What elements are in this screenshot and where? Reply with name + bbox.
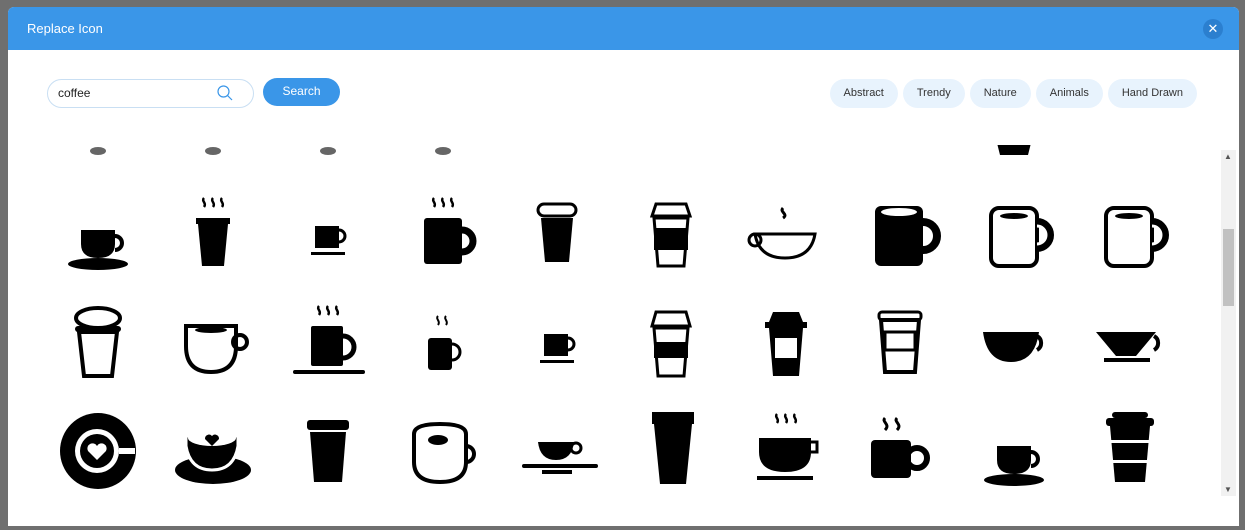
icon-tile[interactable] <box>398 406 488 496</box>
icon-tile[interactable] <box>626 298 716 388</box>
icon-tile[interactable] <box>283 406 373 496</box>
icon-tile[interactable] <box>398 190 488 280</box>
cup-saucer-flat-icon <box>522 441 598 474</box>
cup-steam-outline-icon <box>747 206 817 260</box>
mug-steam-plate-icon <box>293 305 365 374</box>
takeaway-sleeve-outline-icon <box>650 310 692 378</box>
chip-hand-drawn[interactable]: Hand Drawn <box>1107 79 1197 108</box>
chip-nature[interactable]: Nature <box>969 79 1031 108</box>
icon-tile[interactable] <box>741 190 831 280</box>
icon-tile[interactable] <box>398 298 488 388</box>
scrollbar[interactable]: ▲ ▼ <box>1221 150 1236 496</box>
takeaway-outline-icon <box>74 306 122 378</box>
icon-tile[interactable] <box>283 298 373 388</box>
dialog-header: Replace Icon ✕ <box>8 7 1239 50</box>
icon-tile[interactable] <box>168 190 258 280</box>
icon-tile-partial[interactable] <box>168 145 258 155</box>
icon-tile[interactable] <box>53 406 143 496</box>
scroll-down-icon[interactable]: ▼ <box>1224 485 1232 494</box>
icon-tile[interactable] <box>283 190 373 280</box>
cup-steam-saucer-icon <box>757 413 819 480</box>
dialog-title: Replace Icon <box>27 21 103 36</box>
takeaway-solid-icon <box>765 312 807 376</box>
mug-outline-icon <box>1104 206 1169 268</box>
icon-tile[interactable] <box>53 298 143 388</box>
takeaway-sleeve-icon <box>649 202 693 268</box>
chip-abstract[interactable]: Abstract <box>829 79 898 108</box>
small-cup-saucer-icon <box>540 334 576 363</box>
icon-tile[interactable] <box>512 190 602 280</box>
icon-tile[interactable] <box>168 406 258 496</box>
icon-tile[interactable] <box>741 298 831 388</box>
glass-outline-icon <box>877 310 923 374</box>
cup-saucer-icon <box>68 230 128 270</box>
mug-rounded-icon <box>412 421 476 485</box>
mug-steam-icon <box>424 197 477 264</box>
category-chips: Abstract Trendy Nature Animals Hand Draw… <box>829 79 1197 108</box>
cup-topview-heart-icon <box>60 413 136 489</box>
icon-tile[interactable] <box>1084 190 1174 280</box>
icon-tile[interactable] <box>969 298 1059 388</box>
close-icon[interactable]: ✕ <box>1203 19 1223 39</box>
icon-tile[interactable] <box>741 406 831 496</box>
icon-tile[interactable] <box>168 298 258 388</box>
takeaway-tall-icon <box>652 412 694 484</box>
icon-tile-partial[interactable] <box>398 145 488 155</box>
icon-tile[interactable] <box>53 190 143 280</box>
search-button[interactable]: Search <box>263 78 340 106</box>
replace-icon-dialog: Replace Icon ✕ coffee Search Abstract Tr… <box>8 7 1239 526</box>
icon-grid <box>8 145 1218 526</box>
icon-tile[interactable] <box>626 406 716 496</box>
icon-tile[interactable] <box>1084 298 1174 388</box>
search-icon[interactable] <box>216 84 234 102</box>
takeaway-steam-icon <box>196 197 230 266</box>
icon-tile-partial[interactable] <box>283 145 373 155</box>
icon-tile[interactable] <box>512 298 602 388</box>
icon-tile[interactable] <box>969 406 1059 496</box>
icon-tile[interactable] <box>512 406 602 496</box>
pour-over-icon <box>1096 332 1161 362</box>
icon-tile[interactable] <box>969 190 1059 280</box>
icon-tile-partial[interactable] <box>969 145 1059 155</box>
icon-tile[interactable] <box>855 190 945 280</box>
chip-trendy[interactable]: Trendy <box>902 79 965 108</box>
cup-saucer-icon <box>984 446 1044 486</box>
takeaway-lid-icon <box>536 202 578 262</box>
icon-tile[interactable] <box>626 190 716 280</box>
latte-art-icon <box>175 430 251 484</box>
icon-tile-partial[interactable] <box>53 145 143 155</box>
mug-steam-small-icon <box>428 315 462 370</box>
cup-outline-icon <box>184 324 249 375</box>
small-cup-saucer-icon <box>311 226 347 255</box>
takeaway-plain-icon <box>307 420 349 482</box>
icon-tile[interactable] <box>855 298 945 388</box>
scrollbar-thumb[interactable] <box>1223 229 1234 306</box>
scroll-up-icon[interactable]: ▲ <box>1224 152 1232 161</box>
mug-solid-icon <box>875 206 941 266</box>
icon-tile[interactable] <box>855 406 945 496</box>
takeaway-striped-icon <box>1106 412 1154 482</box>
mug-steam-solid-icon <box>871 416 930 478</box>
icon-tile[interactable] <box>1084 406 1174 496</box>
bowl-cup-icon <box>983 332 1044 362</box>
chip-animals[interactable]: Animals <box>1035 79 1103 108</box>
mug-outline-icon <box>989 206 1054 268</box>
